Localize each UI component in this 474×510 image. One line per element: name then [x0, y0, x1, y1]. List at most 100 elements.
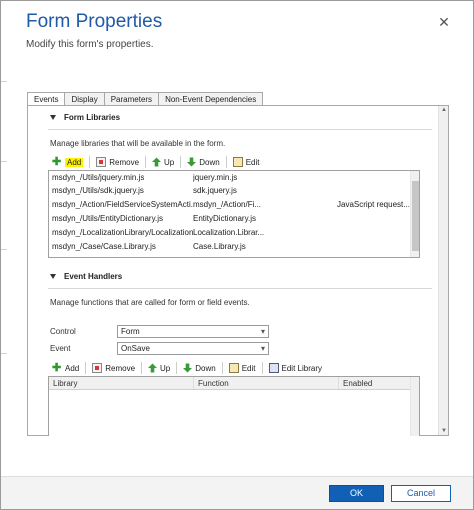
edit-icon	[232, 157, 243, 167]
event-select[interactable]: OnSave ▾	[117, 342, 269, 355]
tab-display[interactable]: Display	[64, 92, 105, 106]
scroll-down-icon[interactable]: ▼	[441, 428, 447, 434]
list-item[interactable]: msdyn_/Action/FieldServiceSystemActi... …	[49, 198, 411, 211]
add-library-button[interactable]: ✚ Add	[52, 155, 84, 169]
edit-icon	[228, 363, 239, 373]
divider	[48, 129, 432, 130]
background-divider	[1, 353, 7, 354]
add-handler-label: Add	[65, 363, 80, 373]
event-handlers-grid[interactable]: Library Function Enabled	[48, 376, 420, 436]
edit-library-label: Edit	[245, 157, 260, 167]
arrow-down-icon	[183, 363, 193, 373]
edit-library-icon	[268, 363, 279, 373]
remove-icon	[92, 363, 103, 373]
form-libraries-toolbar: ✚ Add Remove Up Down Edit	[52, 155, 260, 169]
background-divider	[1, 161, 7, 162]
add-handler-button[interactable]: ✚ Add	[52, 361, 79, 375]
list-item[interactable]: msdyn_/Utils/jquery.min.js jquery.min.js	[49, 171, 411, 184]
close-icon[interactable]: ✕	[437, 15, 451, 29]
remove-library-button[interactable]: Remove	[96, 155, 139, 169]
list-item[interactable]: msdyn_/Case/Case.Library.js Case.Library…	[49, 240, 411, 253]
library-name: EntityDictionary.js	[193, 214, 256, 223]
event-handlers-heading: Event Handlers	[64, 272, 123, 281]
toolbar-separator	[261, 362, 263, 374]
remove-handler-label: Remove	[105, 363, 136, 373]
form-libraries-list[interactable]: msdyn_/Utils/jquery.min.js jquery.min.js…	[48, 170, 420, 258]
move-handler-up-button[interactable]: Up	[148, 361, 170, 375]
background-divider	[1, 81, 7, 82]
library-name: msdyn_/Action/Fi...	[193, 200, 262, 209]
edit-library-button[interactable]: Edit Library	[268, 361, 322, 375]
grid-header: Library Function Enabled	[49, 377, 411, 390]
library-path: msdyn_/Case/Case.Library.js	[52, 242, 156, 251]
remove-library-label: Remove	[109, 157, 140, 167]
dialog-title: Form Properties	[26, 11, 163, 32]
library-description	[337, 171, 411, 184]
column-header-function[interactable]: Function	[194, 377, 339, 389]
dialog-subtitle: Modify this form's properties.	[26, 39, 154, 50]
move-up-label: Up	[160, 363, 171, 373]
list-scrollbar[interactable]	[410, 171, 419, 257]
tab-parameters[interactable]: Parameters	[103, 92, 160, 106]
list-item[interactable]: msdyn_/Utils/EntityDictionary.js EntityD…	[49, 212, 411, 225]
column-header-library[interactable]: Library	[49, 377, 194, 389]
event-label: Event	[50, 344, 71, 353]
edit-library-label: Edit Library	[281, 363, 322, 373]
cancel-button[interactable]: Cancel	[391, 485, 451, 502]
event-handlers-description: Manage functions that are called for for…	[50, 298, 250, 307]
toolbar-separator	[221, 362, 223, 374]
form-properties-dialog: Form Properties Modify this form's prope…	[0, 0, 474, 510]
chevron-down-icon: ▾	[260, 327, 265, 336]
collapse-triangle-icon	[50, 274, 56, 279]
arrow-up-icon	[152, 157, 162, 167]
library-path: msdyn_/Utils/jquery.min.js	[52, 173, 145, 182]
control-select[interactable]: Form ▾	[117, 325, 269, 338]
toolbar-separator	[145, 156, 147, 168]
event-handlers-section-header[interactable]: Event Handlers	[50, 272, 122, 281]
control-select-value: Form	[121, 327, 140, 336]
library-name: Localization.Librar...	[193, 228, 265, 237]
form-libraries-section-header[interactable]: Form Libraries	[50, 113, 120, 122]
background-divider	[1, 249, 7, 250]
panel-scrollbar[interactable]: ▲ ▼	[438, 106, 448, 435]
library-description	[337, 184, 411, 197]
plus-icon: ✚	[52, 156, 62, 168]
grid-scrollbar[interactable]	[410, 377, 419, 436]
toolbar-separator	[141, 362, 143, 374]
toolbar-separator	[176, 362, 178, 374]
ok-button[interactable]: OK	[329, 485, 384, 502]
toolbar-separator	[89, 156, 91, 168]
move-down-label: Down	[199, 157, 220, 167]
scroll-up-icon[interactable]: ▲	[441, 107, 447, 113]
event-handlers-toolbar: ✚ Add Remove Up Down Edit Edit Library	[52, 361, 322, 375]
move-handler-down-button[interactable]: Down	[183, 361, 216, 375]
move-library-down-button[interactable]: Down	[187, 155, 220, 169]
edit-handler-button[interactable]: Edit	[228, 361, 256, 375]
library-description	[337, 212, 411, 225]
list-item[interactable]: msdyn_/LocalizationLibrary/Localization.…	[49, 226, 411, 239]
chevron-down-icon: ▾	[260, 344, 265, 353]
list-item[interactable]: msdyn_/Utils/sdk.jquery.js sdk.jquery.js	[49, 184, 411, 197]
scrollbar-thumb[interactable]	[412, 181, 419, 251]
tab-non-event-dependencies[interactable]: Non-Event Dependencies	[158, 92, 264, 106]
library-path: msdyn_/LocalizationLibrary/Localization.…	[52, 228, 193, 237]
events-panel: ▲ ▼ Form Libraries Manage libraries that…	[27, 105, 449, 436]
plus-icon: ✚	[52, 362, 62, 374]
toolbar-separator	[85, 362, 87, 374]
library-name: sdk.jquery.js	[193, 186, 237, 195]
column-header-enabled[interactable]: Enabled	[339, 377, 411, 389]
library-path: msdyn_/Action/FieldServiceSystemActi...	[52, 200, 193, 209]
library-description	[337, 226, 411, 239]
toolbar-separator	[225, 156, 227, 168]
move-up-label: Up	[164, 157, 175, 167]
move-down-label: Down	[195, 363, 216, 373]
edit-handler-label: Edit	[241, 363, 256, 373]
divider	[48, 288, 432, 289]
edit-library-button[interactable]: Edit	[232, 155, 260, 169]
tab-bar: Events Display Parameters Non-Event Depe…	[27, 92, 264, 107]
move-library-up-button[interactable]: Up	[152, 155, 174, 169]
remove-icon	[96, 157, 107, 167]
remove-handler-button[interactable]: Remove	[92, 361, 135, 375]
form-libraries-description: Manage libraries that will be available …	[50, 139, 226, 148]
arrow-down-icon	[187, 157, 197, 167]
